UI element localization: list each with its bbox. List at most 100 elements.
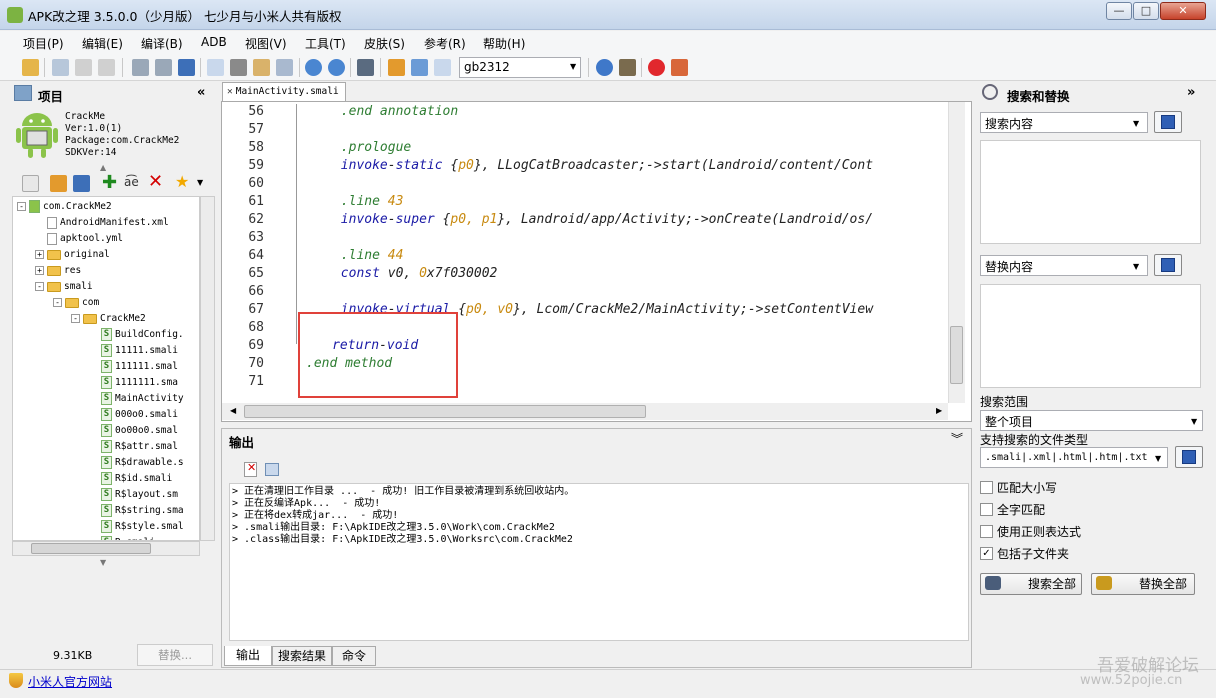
rename-icon[interactable]: a͡e bbox=[124, 175, 139, 189]
open-project-icon[interactable] bbox=[50, 175, 67, 192]
disabled-tool-icon[interactable] bbox=[75, 59, 92, 76]
project-tree[interactable]: - com.CrackMe2 AndroidManifest.xml apktool.… bbox=[12, 196, 200, 541]
tree-item[interactable]: S R$drawable.s bbox=[89, 455, 184, 471]
bug-icon[interactable] bbox=[619, 59, 636, 76]
tree-item[interactable]: - CrackMe2 bbox=[71, 311, 146, 327]
expand-icon[interactable]: + bbox=[35, 250, 44, 259]
menu-tools[interactable]: 工具(T) bbox=[305, 35, 346, 52]
replace-button[interactable]: 替换... bbox=[137, 644, 213, 666]
option-checkbox[interactable] bbox=[980, 503, 993, 516]
search-all-button[interactable]: 搜索全部 bbox=[980, 573, 1082, 595]
collapse-panel-icon[interactable]: « bbox=[197, 85, 205, 100]
tree-item[interactable]: S R$attr.smal bbox=[89, 439, 178, 455]
open-folder-icon[interactable] bbox=[22, 59, 39, 76]
help-icon[interactable] bbox=[596, 59, 613, 76]
search-content-combo[interactable]: 搜索内容 bbox=[980, 112, 1148, 133]
add-icon[interactable]: ✚ bbox=[102, 172, 117, 193]
tab-output[interactable]: 输出 bbox=[224, 646, 272, 666]
build-icon[interactable] bbox=[52, 59, 69, 76]
tree-item[interactable]: S 1111111.sma bbox=[89, 375, 178, 391]
search-options-button[interactable] bbox=[1154, 111, 1182, 133]
tree-item[interactable]: - com.CrackMe2 bbox=[17, 199, 112, 215]
clear-output-icon[interactable]: ✕ bbox=[244, 461, 257, 477]
code-line[interactable]: .prologue bbox=[341, 140, 411, 155]
collapse-icon[interactable]: - bbox=[53, 298, 62, 307]
tree-item[interactable]: S R$layout.sm bbox=[89, 487, 178, 503]
tree-item[interactable]: S 111111.smal bbox=[89, 359, 178, 375]
tree-item[interactable]: + original bbox=[35, 247, 110, 263]
code-line[interactable]: .line 43 bbox=[341, 194, 404, 209]
tree-item[interactable]: S MainActivity bbox=[89, 391, 184, 407]
copy-icon[interactable] bbox=[207, 59, 224, 76]
minimize-button[interactable]: — bbox=[1106, 2, 1132, 20]
output-log[interactable]: > 正在清理旧工作目录 ... - 成功! 旧工作目录被清理到系统回收站内。 > … bbox=[229, 483, 969, 641]
close-button[interactable]: ✕ bbox=[1160, 2, 1206, 20]
tree-item[interactable]: S R$style.smal bbox=[89, 519, 184, 535]
menu-skin[interactable]: 皮肤(S) bbox=[364, 35, 405, 52]
search-scope-select[interactable]: 整个项目 bbox=[980, 410, 1203, 431]
collapse-icon[interactable]: - bbox=[17, 202, 26, 211]
tab-command[interactable]: 命令 bbox=[332, 646, 376, 666]
scroll-thumb[interactable] bbox=[244, 405, 646, 418]
code-line[interactable]: invoke-super {p0, p1}, Landroid/app/Acti… bbox=[341, 212, 873, 227]
menu-help[interactable]: 帮助(H) bbox=[483, 35, 525, 52]
collapse-output-icon[interactable]: ︾ bbox=[951, 430, 963, 447]
collapse-panel-icon[interactable]: » bbox=[1187, 85, 1195, 100]
file-types-select[interactable]: .smali|.xml|.html|.htm|.txt bbox=[980, 447, 1168, 468]
cut-icon[interactable] bbox=[230, 59, 247, 76]
menu-project[interactable]: 项目(P) bbox=[23, 35, 64, 52]
tree-item[interactable]: S 11111.smali bbox=[89, 343, 178, 359]
menu-reference[interactable]: 参考(R) bbox=[424, 35, 466, 52]
editor-tab[interactable]: ✕ MainActivity.smali bbox=[222, 82, 346, 102]
option-checkbox[interactable] bbox=[980, 481, 993, 494]
tab-search-results[interactable]: 搜索结果 bbox=[272, 646, 332, 666]
scroll-right-icon[interactable]: ▶ bbox=[936, 406, 942, 415]
code-line[interactable]: const v0, 0x7f030002 bbox=[341, 266, 498, 281]
chevron-down-icon[interactable]: ▼ bbox=[1191, 417, 1197, 426]
copy-output-icon[interactable] bbox=[265, 463, 279, 476]
splitter-arrow-icon[interactable]: ▼ bbox=[100, 558, 106, 567]
chevron-down-icon[interactable]: ▼ bbox=[1133, 262, 1139, 271]
new-file-icon[interactable] bbox=[22, 175, 39, 192]
tree-item[interactable]: S R$string.sma bbox=[89, 503, 184, 519]
expand-icon[interactable]: + bbox=[35, 266, 44, 275]
option-checkbox[interactable]: ✓ bbox=[980, 547, 993, 560]
scroll-thumb[interactable] bbox=[31, 543, 151, 554]
tree-item[interactable]: apktool.yml bbox=[35, 231, 123, 247]
tree-vertical-scrollbar[interactable] bbox=[200, 196, 215, 541]
export-icon[interactable] bbox=[411, 59, 428, 76]
collapse-icon[interactable]: - bbox=[35, 282, 44, 291]
favorite-star-icon[interactable]: ★ bbox=[175, 172, 189, 191]
code-line[interactable]: invoke-static {p0}, LLogCatBroadcaster;-… bbox=[341, 158, 873, 173]
replace-content-combo[interactable]: 替换内容 bbox=[980, 255, 1148, 276]
disabled-tool-icon[interactable] bbox=[98, 59, 115, 76]
replace-all-button[interactable]: 替换全部 bbox=[1091, 573, 1195, 595]
save-as-icon[interactable] bbox=[155, 59, 172, 76]
save-all-icon[interactable] bbox=[178, 59, 195, 76]
chevron-down-icon[interactable]: ▼ bbox=[1155, 454, 1161, 463]
chevron-down-icon[interactable]: ▼ bbox=[1133, 119, 1139, 128]
maximize-button[interactable]: □ bbox=[1133, 2, 1159, 20]
menu-build[interactable]: 编译(B) bbox=[141, 35, 183, 52]
collapse-icon[interactable]: - bbox=[71, 314, 80, 323]
chevron-down-icon[interactable]: ▼ bbox=[570, 62, 576, 71]
code-line[interactable]: .end annotation bbox=[341, 104, 458, 119]
scroll-left-icon[interactable]: ◀ bbox=[230, 406, 236, 415]
weibo-icon[interactable] bbox=[648, 59, 665, 76]
tree-item[interactable]: S 0o00o0.smal bbox=[89, 423, 178, 439]
paste-icon[interactable] bbox=[253, 59, 270, 76]
tree-item[interactable]: AndroidManifest.xml bbox=[35, 215, 169, 231]
tree-horizontal-scrollbar[interactable] bbox=[12, 541, 200, 556]
search-text-area[interactable] bbox=[980, 140, 1201, 244]
save-icon[interactable] bbox=[132, 59, 149, 76]
option-checkbox[interactable] bbox=[980, 525, 993, 538]
menu-adb[interactable]: ADB bbox=[201, 35, 227, 49]
replace-text-area[interactable] bbox=[980, 284, 1201, 388]
close-icon[interactable]: ✕ bbox=[227, 86, 233, 97]
format-icon[interactable] bbox=[276, 59, 293, 76]
tree-item[interactable]: + res bbox=[35, 263, 81, 279]
file-types-button[interactable] bbox=[1175, 446, 1203, 468]
replace-options-button[interactable] bbox=[1154, 254, 1182, 276]
encoding-select[interactable]: gb2312 bbox=[459, 57, 581, 78]
menu-edit[interactable]: 编辑(E) bbox=[82, 35, 123, 52]
